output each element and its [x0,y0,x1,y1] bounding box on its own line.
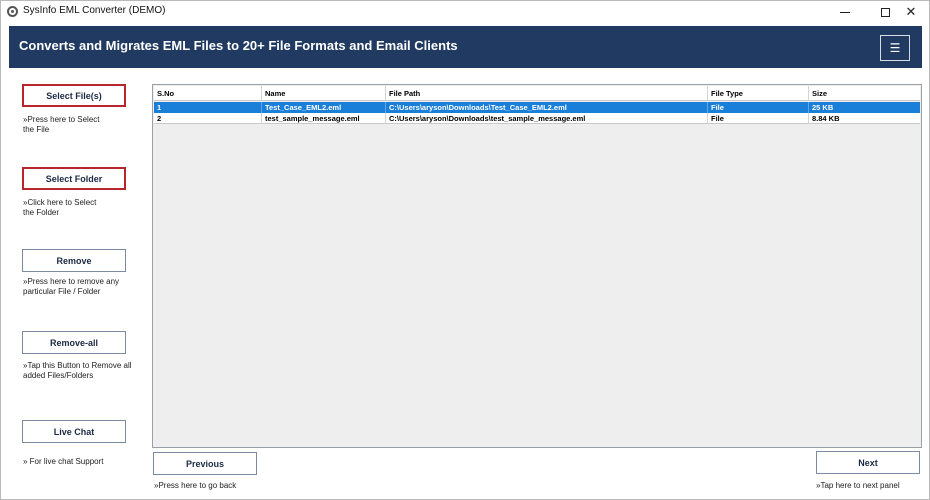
next-button[interactable]: Next [816,451,920,474]
next-hint: »Tap here to next panel [816,481,900,490]
live-chat-hint: » For live chat Support [23,457,104,466]
column-header-size[interactable]: Size [809,86,920,101]
close-button[interactable]: ✕ [891,1,930,23]
cell-file-path: C:\Users\aryson\Downloads\Test_Case_EML2… [386,102,708,113]
select-folder-button[interactable]: Select Folder [22,167,126,190]
table-header: S.No Name File Path File Type Size [154,86,920,101]
maximize-icon [880,7,890,17]
app-logo-icon [7,6,18,17]
cell-size: 8.84 KB [812,114,840,123]
close-icon: ✕ [905,4,917,20]
column-header-file-path[interactable]: File Path [386,86,708,101]
minimize-icon [840,11,850,13]
window-title: SysInfo EML Converter (DEMO) [23,5,166,16]
header-title: Converts and Migrates EML Files to 20+ F… [19,38,458,53]
cell-file-type: File [708,102,809,113]
app-window: SysInfo EML Converter (DEMO) ✕ Converts … [0,0,930,500]
column-header-sno[interactable]: S.No [154,86,262,101]
hamburger-menu-icon: ☰ [889,41,901,55]
cell-size: 25 KB [812,103,834,112]
menu-button[interactable]: ☰ [880,35,910,61]
cell-name: test_sample_message.eml [262,113,386,124]
cell-sno: 1 [154,102,262,113]
select-files-button[interactable]: Select File(s) [22,84,126,107]
remove-button[interactable]: Remove [22,249,126,272]
cell-file-path: C:\Users\aryson\Downloads\test_sample_me… [386,113,708,124]
cell-name: Test_Case_EML2.eml [262,102,386,113]
cell-sno: 2 [154,113,262,124]
file-list-table[interactable]: S.No Name File Path File Type Size 1 Tes… [152,84,922,448]
minimize-button[interactable] [825,1,865,23]
header-banner: Converts and Migrates EML Files to 20+ F… [9,26,922,68]
select-folder-hint: »Click here to Select the Folder [23,198,97,217]
column-header-name[interactable]: Name [262,86,386,101]
title-bar: SysInfo EML Converter (DEMO) ✕ [1,1,929,23]
table-row[interactable]: 1 Test_Case_EML2.eml C:\Users\aryson\Dow… [154,102,920,113]
previous-hint: »Press here to go back [154,481,237,490]
previous-button[interactable]: Previous [153,452,257,475]
cell-file-type: File [708,113,809,124]
live-chat-button[interactable]: Live Chat [22,420,126,443]
remove-all-button[interactable]: Remove-all [22,331,126,354]
remove-all-hint: »Tap this Button to Remove all added Fil… [23,361,132,380]
column-header-file-type[interactable]: File Type [708,86,809,101]
table-row[interactable]: 2 test_sample_message.eml C:\Users\aryso… [154,113,920,124]
remove-hint: »Press here to remove any particular Fil… [23,277,120,296]
select-files-hint: »Press here to Select the File [23,115,100,134]
